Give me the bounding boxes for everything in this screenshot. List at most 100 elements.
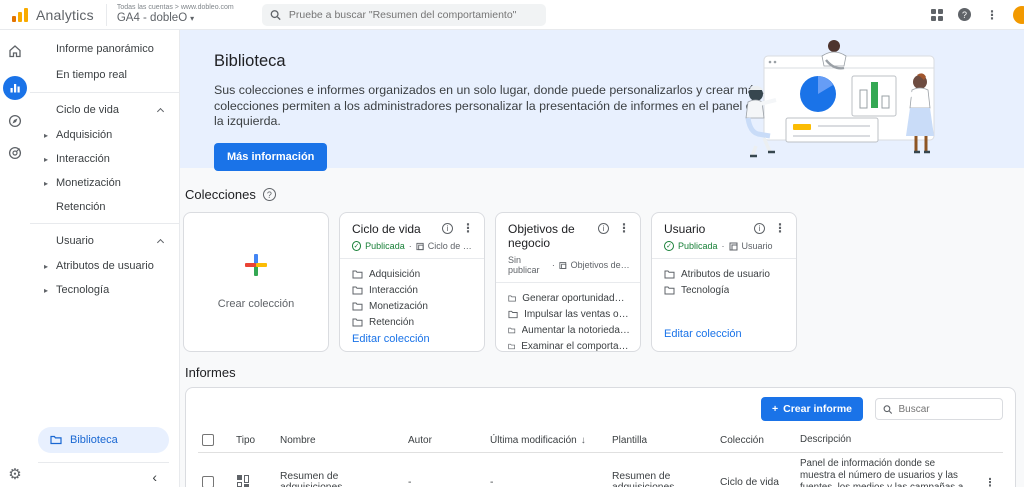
sidebar-item-biblioteca[interactable]: Biblioteca	[38, 427, 169, 453]
published-check-icon: ✓	[664, 241, 674, 251]
help-icon[interactable]: ?	[958, 8, 971, 21]
divider	[106, 4, 107, 26]
status-text: Sin publicar	[508, 255, 548, 275]
edit-collection-link[interactable]: Editar colección	[652, 328, 796, 351]
sidebar-section-ciclo-de-vida[interactable]: Ciclo de vida	[30, 97, 179, 123]
collection-topic: Monetización	[352, 301, 474, 312]
collection-template-icon	[416, 242, 424, 251]
apps-grid-icon[interactable]	[931, 9, 943, 21]
home-icon[interactable]	[8, 44, 22, 58]
sidebar-section-usuario[interactable]: Usuario	[30, 228, 179, 254]
folder-icon	[664, 286, 675, 295]
sidebar-item-en-tiempo-real[interactable]: En tiempo real	[30, 62, 179, 88]
more-options-icon[interactable]: ⋮	[986, 9, 998, 21]
reports-sidenav: Informe panorámico En tiempo real Ciclo …	[30, 30, 180, 487]
kebab-menu-icon[interactable]: ⋮	[462, 222, 474, 234]
folder-icon	[508, 342, 515, 351]
status-text: Publicada	[365, 241, 405, 251]
template-name: Ciclo de vida	[428, 241, 474, 251]
sidebar-item-atributos-de-usuario[interactable]: ▸ Atributos de usuario	[30, 254, 179, 278]
collection-card-title: Objetivos de negocio	[508, 222, 598, 250]
folder-icon	[508, 326, 516, 335]
report-modified: -	[486, 453, 608, 487]
kebab-menu-icon[interactable]: ⋮	[774, 222, 786, 234]
expand-arrow-icon: ▸	[44, 155, 50, 164]
expand-arrow-icon: ▸	[44, 286, 50, 295]
admin-gear-icon[interactable]: ⚙	[8, 465, 21, 483]
collection-template-icon	[559, 261, 567, 270]
collection-topic: Impulsar las ventas online	[508, 309, 630, 320]
chevron-up-icon	[157, 239, 164, 246]
column-header-plantilla[interactable]: Plantilla	[608, 428, 716, 453]
create-collection-label: Crear colección	[218, 298, 294, 310]
edit-collection-link[interactable]: Editar colección	[340, 333, 484, 352]
more-info-button[interactable]: Más información	[214, 143, 327, 171]
collapse-sidenav-icon[interactable]: ‹	[152, 469, 157, 485]
global-search[interactable]	[262, 4, 546, 26]
search-input[interactable]	[289, 9, 538, 21]
folder-icon	[508, 294, 516, 303]
folder-icon	[664, 270, 675, 279]
user-avatar[interactable]	[1013, 6, 1024, 24]
reports-table: Tipo Nombre Autor Última modificación↓ P…	[198, 428, 1003, 487]
report-name[interactable]: Resumen de adquisiciones	[276, 453, 404, 487]
template-name: Usuario	[742, 241, 773, 251]
advertising-icon[interactable]	[8, 146, 22, 160]
search-icon	[270, 9, 281, 21]
folder-icon	[508, 310, 518, 319]
sidebar-item-interaccion[interactable]: ▸ Interacción	[30, 147, 179, 171]
info-icon[interactable]: i	[754, 223, 765, 234]
collection-card-title: Usuario	[664, 222, 705, 236]
reports-icon-active[interactable]	[3, 76, 27, 100]
report-description: Panel de información donde se muestra el…	[796, 453, 977, 487]
select-all-checkbox[interactable]	[202, 434, 214, 446]
plus-icon: +	[772, 403, 778, 415]
account-switcher[interactable]: Todas las cuentas > www.dobleo.com GA4 -…	[117, 4, 234, 24]
sidebar-item-monetizacion[interactable]: ▸ Monetización	[30, 171, 179, 195]
collection-card-ciclo-de-vida: Ciclo de vida i ⋮ ✓ Publicada · Ciclo de…	[339, 212, 485, 352]
report-template: Resumen de adquisiciones	[608, 453, 716, 487]
row-kebab-menu-icon[interactable]: ⋮	[977, 453, 1003, 487]
main-content: Biblioteca Sus colecciones e informes or…	[180, 30, 1024, 487]
column-header-tipo[interactable]: Tipo	[232, 428, 276, 453]
status-text: Publicada	[678, 241, 718, 251]
report-author: -	[404, 453, 486, 487]
column-header-coleccion[interactable]: Colección	[716, 428, 796, 453]
library-hero: Biblioteca Sus colecciones e informes or…	[180, 30, 1024, 168]
expand-arrow-icon: ▸	[44, 131, 50, 140]
sidebar-item-retencion[interactable]: Retención	[30, 195, 179, 219]
column-header-ultima-modificacion[interactable]: Última modificación↓	[486, 428, 608, 453]
search-icon	[883, 404, 892, 415]
nav-rail: ⚙	[0, 30, 30, 487]
collection-topic: Examinar el comportamiento de los...	[508, 341, 630, 352]
published-check-icon: ✓	[352, 241, 361, 251]
folder-icon	[352, 270, 363, 279]
column-header-nombre[interactable]: Nombre	[276, 428, 404, 453]
sidebar-item-adquisicion[interactable]: ▸ Adquisición	[30, 123, 179, 147]
reports-search-input[interactable]	[898, 404, 995, 415]
column-header-autor[interactable]: Autor	[404, 428, 486, 453]
kebab-menu-icon[interactable]: ⋮	[618, 222, 630, 234]
help-icon[interactable]: ?	[263, 188, 276, 201]
sidebar-item-tecnologia[interactable]: ▸ Tecnología	[30, 278, 179, 302]
library-illustration	[734, 38, 966, 160]
column-header-descripcion[interactable]: Descripción	[796, 428, 977, 453]
plus-icon	[245, 254, 267, 276]
create-report-button[interactable]: + Crear informe	[761, 397, 863, 421]
reports-heading: Informes	[185, 365, 236, 380]
divider	[30, 92, 179, 93]
reports-search[interactable]	[875, 398, 1003, 420]
template-name: Objetivos de ne...	[571, 260, 630, 270]
create-collection-card[interactable]: Crear colección	[183, 212, 329, 352]
info-icon[interactable]: i	[442, 223, 453, 234]
collection-topic: Tecnología	[664, 285, 786, 296]
divider	[38, 462, 169, 463]
sidebar-item-informe-panoramico[interactable]: Informe panorámico	[30, 36, 179, 62]
analytics-logo-icon[interactable]	[12, 8, 28, 22]
table-row[interactable]: Resumen de adquisiciones - - Resumen de …	[198, 453, 1003, 487]
explore-icon[interactable]	[8, 114, 22, 128]
overview-report-type-icon	[236, 474, 250, 487]
row-checkbox[interactable]	[202, 476, 214, 487]
report-collection: Ciclo de vida	[716, 453, 796, 487]
info-icon[interactable]: i	[598, 223, 609, 234]
